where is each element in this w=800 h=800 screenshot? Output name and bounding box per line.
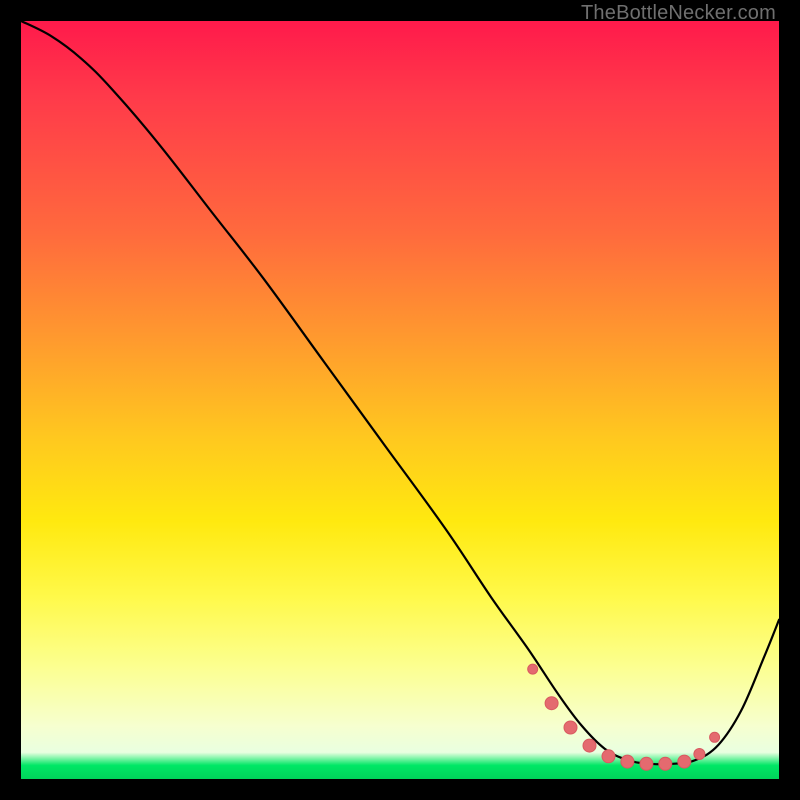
marker-dot xyxy=(545,697,558,710)
marker-dot xyxy=(694,749,705,760)
marker-dot xyxy=(640,757,653,770)
marker-dot xyxy=(710,732,720,742)
marker-dot xyxy=(678,755,691,768)
marker-dot xyxy=(528,664,538,674)
curve-markers xyxy=(528,664,720,770)
chart-svg xyxy=(21,21,779,779)
marker-dot xyxy=(602,750,615,763)
marker-dot xyxy=(659,757,672,770)
plot-area xyxy=(21,21,779,779)
marker-dot xyxy=(564,721,577,734)
chart-frame: TheBottleNecker.com xyxy=(0,0,800,800)
curve-line xyxy=(21,21,779,764)
marker-dot xyxy=(583,739,596,752)
marker-dot xyxy=(621,755,634,768)
